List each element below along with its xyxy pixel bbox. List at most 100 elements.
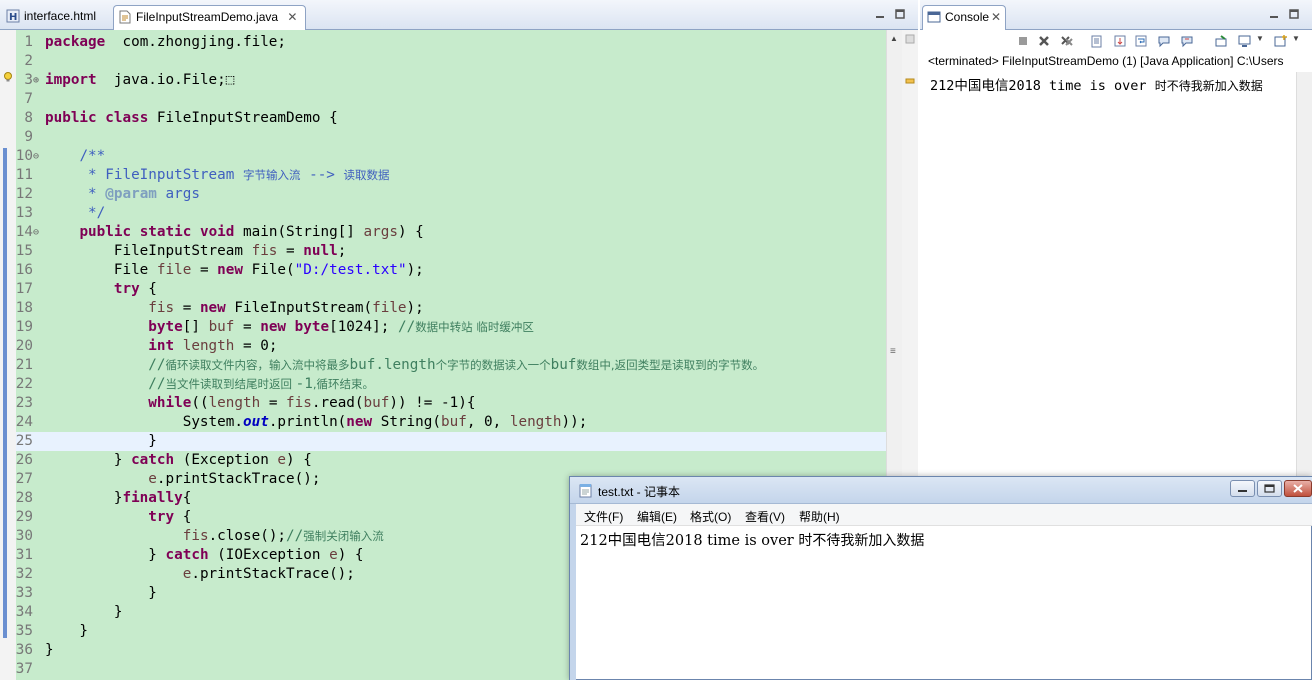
code-text: } — [45, 641, 54, 660]
code-text: fis.close();//强制关闭输入流 — [45, 527, 384, 546]
notepad-minimize-button[interactable] — [1230, 480, 1255, 497]
notepad-maximize-button[interactable] — [1257, 480, 1282, 497]
code-token: } — [45, 547, 166, 563]
code-line[interactable]: 12 * @param args — [0, 185, 886, 204]
code-line[interactable]: 17 try { — [0, 280, 886, 299]
code-text: } catch (Exception e) { — [45, 451, 312, 470]
show-on-stdout-icon[interactable] — [1158, 34, 1172, 48]
scroll-lock-icon[interactable] — [1113, 34, 1127, 48]
maximize-icon[interactable] — [894, 8, 906, 20]
code-line[interactable]: 26 } catch (Exception e) { — [0, 451, 886, 470]
tab-console[interactable]: Console ✕ — [922, 5, 1006, 30]
code-text: public class FileInputStreamDemo { — [45, 109, 338, 128]
code-line[interactable]: 3 ⊕ import java.io.File;⬚ — [0, 71, 886, 90]
terminate-icon[interactable] — [1016, 34, 1030, 48]
code-line[interactable]: 19 byte[] buf = new byte[1024]; //数据中转站 … — [0, 318, 886, 337]
code-line[interactable]: 21 //循环读取文件内容，输入流中将最多buf.length个字节的数据读入一… — [0, 356, 886, 375]
close-tab-icon[interactable]: ✕ — [287, 6, 297, 28]
code-token: * FileInputStream — [45, 167, 243, 183]
code-token: // — [397, 319, 416, 335]
code-token: , 0, — [466, 414, 510, 430]
code-line[interactable]: 24 System.out.println(new String(buf, 0,… — [0, 413, 886, 432]
code-token: 字节输入流 — [242, 168, 301, 182]
code-token: } — [45, 433, 157, 449]
code-token: buf — [208, 319, 235, 335]
tab-interface-html[interactable]: H interface.html — [2, 5, 104, 30]
warning-marker-icon[interactable] — [905, 76, 915, 86]
word-wrap-icon[interactable] — [1134, 34, 1148, 48]
console-output[interactable]: 212中国电信2018 time is over 时不待我新加入数据 — [930, 74, 1263, 94]
code-line[interactable]: 23 while((length = fis.read(buf)) != -1)… — [0, 394, 886, 413]
notepad-close-button[interactable] — [1284, 480, 1312, 497]
menu-edit[interactable]: 编辑(E) — [637, 508, 677, 525]
code-line[interactable]: 1 package com.zhongjing.file; — [0, 33, 886, 52]
menu-format[interactable]: 格式(O) — [690, 508, 731, 525]
code-line[interactable]: 13 */ — [0, 204, 886, 223]
open-console-dropdown-icon[interactable]: ▼ — [1292, 34, 1300, 43]
code-token: ); — [406, 262, 424, 278]
fold-expand-icon[interactable]: ⊕ — [33, 71, 43, 90]
code-token: buf — [363, 395, 390, 411]
code-line[interactable]: 11 * FileInputStream 字节输入流 --> 读取数据 — [0, 166, 886, 185]
code-text: public static void main(String[] args) { — [45, 223, 424, 242]
notepad-window: test.txt - 记事本 文件(F) 编辑(E) 格式(O) 查看(V) 帮… — [569, 476, 1312, 680]
minimize-icon[interactable] — [874, 8, 886, 20]
restore-icon — [1264, 484, 1275, 493]
code-token: /** — [79, 148, 106, 164]
svg-text:H: H — [9, 12, 17, 23]
show-on-stderr-icon[interactable] — [1181, 34, 1195, 48]
console-minimize-icon[interactable] — [1268, 8, 1280, 20]
code-token: public — [79, 224, 132, 240]
remove-launch-icon[interactable] — [1037, 34, 1051, 48]
code-line[interactable]: 14 ⊖ public static void main(String[] arg… — [0, 223, 886, 242]
notepad-title: test.txt - 记事本 — [598, 485, 681, 499]
display-selected-console-icon[interactable] — [1238, 34, 1252, 48]
code-line[interactable]: 10 ⊖ /** — [0, 147, 886, 166]
code-token: } — [45, 452, 132, 468]
fold-collapse-icon[interactable]: ⊖ — [33, 147, 43, 166]
code-line[interactable]: 22 //当文件读取到结尾时返回 -1,循环结束。 — [0, 375, 886, 394]
code-text: import java.io.File;⬚ — [45, 71, 234, 90]
code-line[interactable]: 18 fis = new FileInputStream(file); — [0, 299, 886, 318]
code-line[interactable]: 9 — [0, 128, 886, 147]
code-line[interactable]: 2 — [0, 52, 886, 71]
notepad-title-bar[interactable]: test.txt - 记事本 — [570, 477, 1312, 504]
display-console-dropdown-icon[interactable]: ▼ — [1256, 34, 1264, 43]
code-token: )); — [561, 414, 588, 430]
code-line[interactable]: 25 } — [0, 432, 886, 451]
code-token: ,循环结束。 — [312, 377, 375, 391]
close-console-icon[interactable]: ✕ — [991, 6, 1001, 28]
clear-console-icon[interactable] — [1090, 34, 1104, 48]
menu-help[interactable]: 帮助(H) — [799, 508, 840, 525]
code-token: ) { — [397, 224, 424, 240]
code-token: catch — [131, 452, 175, 468]
code-token: File( — [243, 262, 295, 278]
close-icon — [1293, 484, 1303, 493]
code-line[interactable]: 20 int length = 0; — [0, 337, 886, 356]
code-line[interactable]: 8 public class FileInputStreamDemo { — [0, 109, 886, 128]
code-line[interactable]: 16 File file = new File("D:/test.txt"); — [0, 261, 886, 280]
notepad-icon — [579, 484, 592, 498]
fold-collapse-icon[interactable]: ⊖ — [33, 223, 43, 242]
console-toolbar: ▼ ▼ — [920, 30, 1312, 52]
code-token: new — [199, 300, 226, 316]
tab-filinputstreamdemo-java[interactable]: FileInputStreamDemo.java ✕ — [113, 5, 307, 30]
code-line[interactable]: 7 — [0, 90, 886, 109]
code-token: } — [45, 623, 89, 639]
notepad-text-area[interactable]: 212中国电信2018 time is over 时不待我新加入数据 — [580, 529, 924, 550]
open-console-icon[interactable] — [1274, 34, 1288, 48]
scroll-up-arrow-icon[interactable]: ▲ — [890, 34, 898, 43]
remove-all-terminated-icon[interactable] — [1060, 34, 1074, 48]
menu-view[interactable]: 查看(V) — [745, 508, 785, 525]
console-output-text-cjk: 时不待我新加入数据 — [1154, 79, 1263, 93]
console-maximize-icon[interactable] — [1288, 8, 1300, 20]
warning-bulb-icon[interactable] — [3, 72, 13, 82]
console-launch-status: <terminated> FileInputStreamDemo (1) [Ja… — [928, 54, 1284, 68]
pin-console-icon[interactable] — [1214, 34, 1228, 48]
code-line[interactable]: 15 FileInputStream fis = null; — [0, 242, 886, 261]
code-token: * — [45, 186, 106, 202]
code-token: static — [139, 224, 192, 240]
code-token: { — [182, 490, 192, 506]
menu-file[interactable]: 文件(F) — [584, 508, 623, 525]
